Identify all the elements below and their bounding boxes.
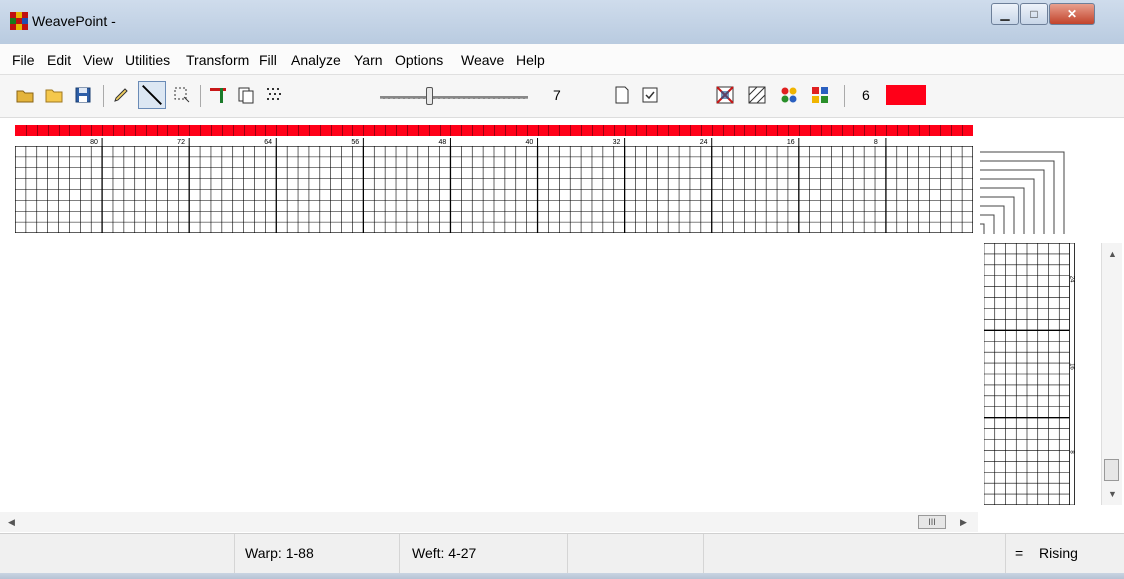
- warp-ruler-label: 64: [264, 139, 272, 146]
- warp-ruler-label: 40: [526, 139, 534, 146]
- new-page-icon[interactable]: [612, 85, 632, 105]
- scroll-down-icon[interactable]: ▼: [1108, 489, 1117, 499]
- pencil-tool-icon[interactable]: [111, 85, 131, 105]
- menu-help[interactable]: Help: [516, 52, 545, 68]
- toolbar-separator: [844, 85, 845, 107]
- status-panel: [704, 534, 1006, 574]
- warp-ruler-label: 56: [351, 139, 359, 146]
- palette-icon[interactable]: [810, 85, 830, 105]
- toolbar-separator: [103, 85, 104, 107]
- warp-ruler-label: 32: [613, 139, 621, 146]
- minimize-button[interactable]: ▁: [991, 3, 1019, 25]
- status-bar: Warp: 1-88 Weft: 4-27 = Rising: [0, 533, 1124, 574]
- toolbar-separator: [200, 85, 201, 107]
- menu-analyze[interactable]: Analyze: [291, 52, 341, 68]
- close-icon: ✕: [1066, 7, 1078, 21]
- yarn-colors-icon[interactable]: [779, 85, 799, 105]
- check-icon[interactable]: [640, 85, 660, 105]
- menu-view[interactable]: View: [83, 52, 113, 68]
- status-weft: Weft: 4-27: [412, 545, 477, 561]
- open-icon[interactable]: [15, 85, 35, 105]
- zoom-slider-track[interactable]: [380, 96, 528, 99]
- warp-ruler-label: 24: [700, 139, 708, 146]
- status-warp: Warp: 1-88: [245, 545, 314, 561]
- warp-color-strip[interactable]: [15, 125, 973, 136]
- line-tool-icon[interactable]: [138, 81, 166, 109]
- menu-bar: File Edit View Utilities Transform Fill …: [0, 44, 1124, 75]
- pattern-icon[interactable]: [264, 85, 284, 105]
- close-button[interactable]: ✕: [1049, 3, 1095, 25]
- warp-ruler-label: 16: [787, 139, 795, 146]
- scroll-left-icon[interactable]: ◀: [8, 517, 15, 528]
- drawdown-icon[interactable]: [747, 85, 767, 105]
- zoom-slider-thumb[interactable]: [426, 87, 433, 105]
- maximize-button[interactable]: □: [1020, 3, 1048, 25]
- folder-icon[interactable]: [44, 85, 64, 105]
- maximize-icon: □: [1030, 7, 1038, 21]
- status-equals: =: [1015, 545, 1024, 561]
- treadling-ruler-label: 24: [1069, 276, 1075, 283]
- horizontal-scroll-thumb[interactable]: III: [918, 515, 946, 529]
- menu-yarn[interactable]: Yarn: [354, 52, 383, 68]
- warp-ruler: 80 72 64 56 48 40 32 24 16 8: [90, 138, 887, 146]
- app-window: WeavePoint - ▁ □ ✕ File Edit View Utilit…: [0, 0, 1124, 579]
- menu-transform[interactable]: Transform: [186, 52, 249, 68]
- menu-edit[interactable]: Edit: [47, 52, 71, 68]
- status-panel-warp: Warp: 1-88: [235, 534, 400, 574]
- zoom-slider-value: 7: [553, 87, 561, 103]
- window-title: WeavePoint -: [32, 13, 116, 29]
- weave-view-icon[interactable]: [715, 85, 735, 105]
- treadling-ruler-label: 16: [1069, 363, 1075, 370]
- status-panel-weft: Weft: 4-27: [400, 534, 568, 574]
- threading-tool-icon[interactable]: [208, 85, 228, 105]
- minimize-icon: ▁: [1000, 7, 1010, 21]
- select-tool-icon[interactable]: [172, 85, 192, 105]
- treadling-grid[interactable]: 24168: [984, 243, 1076, 505]
- weavepoint-app-icon: [10, 12, 28, 30]
- vertical-scroll-thumb[interactable]: [1104, 459, 1119, 481]
- status-panel-empty: [0, 534, 235, 574]
- tieup-area[interactable]: [980, 150, 1070, 234]
- warp-ruler-label: 72: [177, 139, 185, 146]
- color-index: 6: [862, 87, 870, 103]
- menu-weave[interactable]: Weave: [461, 52, 504, 68]
- scroll-up-icon[interactable]: ▲: [1108, 249, 1117, 259]
- menu-fill[interactable]: Fill: [259, 52, 277, 68]
- menu-options[interactable]: Options: [395, 52, 443, 68]
- threading-grid[interactable]: [15, 146, 973, 233]
- warp-ruler-label: 80: [90, 139, 98, 146]
- status-panel: [568, 534, 704, 574]
- window-bottom-edge: [0, 573, 1124, 579]
- status-mode: Rising: [1039, 545, 1078, 561]
- title-bar: WeavePoint - ▁ □ ✕: [0, 0, 1124, 44]
- menu-utilities[interactable]: Utilities: [125, 52, 170, 68]
- scroll-right-icon[interactable]: ▶: [960, 517, 967, 528]
- save-icon[interactable]: [73, 85, 93, 105]
- vertical-scrollbar[interactable]: ▲ ▼: [1101, 243, 1122, 505]
- warp-ruler-label: 48: [438, 139, 446, 146]
- toolbar: 7 6: [0, 75, 1124, 118]
- current-color-swatch[interactable]: [886, 85, 926, 105]
- copy-icon[interactable]: [236, 85, 256, 105]
- menu-file[interactable]: File: [12, 52, 35, 68]
- warp-ruler-label: 8: [874, 139, 878, 146]
- horizontal-scrollbar[interactable]: ◀ III ▶: [0, 512, 978, 532]
